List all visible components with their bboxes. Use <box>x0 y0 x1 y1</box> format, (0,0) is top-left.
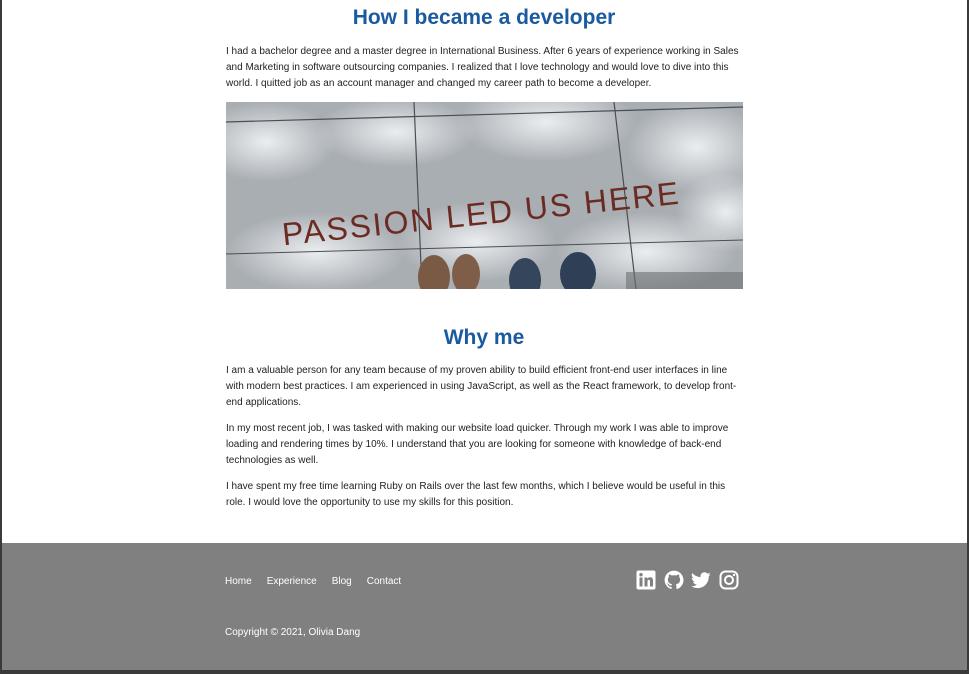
github-icon[interactable] <box>664 570 684 590</box>
developer-paragraph: I had a bachelor degree and a master deg… <box>226 46 739 89</box>
linkedin-icon[interactable] <box>636 570 656 590</box>
why-me-heading: Why me <box>443 326 525 349</box>
social-links <box>636 570 746 590</box>
why-me-paragraph-2: In my most recent job, I was tasked with… <box>226 423 729 466</box>
footer-link-home[interactable]: Home <box>225 576 252 587</box>
footer-link-contact[interactable]: Contact <box>367 576 401 587</box>
developer-heading: How I became a developer <box>352 6 616 29</box>
footer-link-blog[interactable]: Blog <box>332 576 352 587</box>
why-me-paragraph-1: I am a valuable person for any team beca… <box>226 365 737 408</box>
footer-nav: Home Experience Blog Contact <box>225 576 416 587</box>
twitter-icon[interactable] <box>691 570 711 590</box>
page: How I became a developer I had a bachelo… <box>0 0 969 674</box>
passion-image: PASSION LED US HERE <box>226 102 743 289</box>
why-me-paragraph-3: I have spent my free time learning Ruby … <box>226 481 726 508</box>
footer-link-experience[interactable]: Experience <box>267 576 317 587</box>
footer: Home Experience Blog Contact Copyright ©… <box>2 543 967 670</box>
copyright: Copyright © 2021, Olivia Dang <box>225 627 361 638</box>
instagram-icon[interactable] <box>719 570 739 590</box>
